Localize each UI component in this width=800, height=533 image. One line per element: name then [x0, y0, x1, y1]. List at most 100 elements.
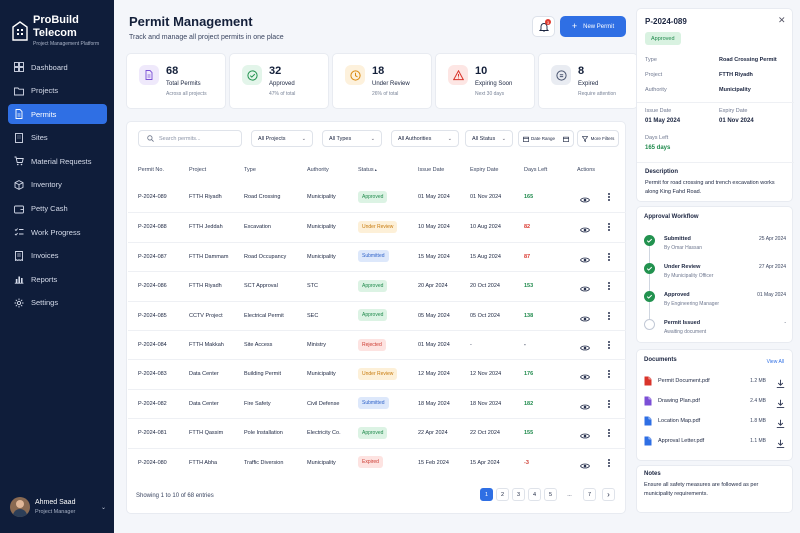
date-range-button[interactable]: Date Range: [518, 130, 574, 147]
view-eye-icon[interactable]: [580, 369, 590, 380]
page-button-7[interactable]: 7: [583, 488, 596, 501]
sidebar-item-material-requests[interactable]: Material Requests: [8, 151, 107, 171]
view-eye-icon[interactable]: [580, 399, 590, 410]
download-icon[interactable]: [776, 376, 785, 389]
next-page-button[interactable]: ›: [602, 488, 615, 501]
more-actions-icon[interactable]: [606, 340, 612, 350]
types-filter[interactable]: All Types ⌄: [322, 130, 382, 147]
gear-icon: [14, 298, 24, 308]
view-eye-icon[interactable]: [580, 428, 590, 439]
detail-status-badge: Approved: [645, 32, 681, 45]
sidebar-item-petty-cash[interactable]: Petty Cash: [8, 199, 107, 219]
table-row[interactable]: P-2024-083 Data Center Building Permit Muni…: [128, 359, 626, 388]
document-name[interactable]: Drawing Plan.pdf: [658, 398, 700, 404]
more-actions-icon[interactable]: [606, 222, 612, 232]
column-header-status[interactable]: Status ▴: [358, 167, 377, 173]
document-row[interactable]: Drawing Plan.pdf 2.4 MB: [644, 396, 787, 409]
page-button-3[interactable]: 3: [512, 488, 525, 501]
cell-permit: P-2024-080: [138, 459, 167, 466]
view-eye-icon[interactable]: [580, 281, 590, 292]
receipt-icon: [14, 250, 24, 261]
pdf-file-icon: [644, 376, 652, 386]
search-box[interactable]: [138, 130, 242, 147]
view-eye-icon[interactable]: [580, 311, 590, 322]
box-icon: [14, 180, 24, 190]
page-title: Permit Management: [129, 14, 253, 29]
view-eye-icon[interactable]: [580, 192, 590, 203]
sidebar-item-settings[interactable]: Settings: [8, 293, 107, 313]
table-row[interactable]: P-2024-088 FTTH Jeddah Excavation Municipal…: [128, 212, 626, 241]
view-all-link[interactable]: View All: [767, 359, 784, 365]
table-row[interactable]: P-2024-082 Data Center Fire Safety Civil De…: [128, 388, 626, 418]
document-name[interactable]: Location Map.pdf: [658, 418, 700, 424]
table-row[interactable]: P-2024-081 FTTH Qassim Pole Installation El…: [128, 418, 626, 447]
user-menu[interactable]: Ahmed Saad Project Manager ⌄: [10, 496, 106, 518]
column-header-type: Type: [244, 167, 256, 173]
sidebar-item-inventory[interactable]: Inventory: [8, 175, 107, 195]
table-row[interactable]: P-2024-084 FTTH Makkah Site Access Ministry…: [128, 330, 626, 359]
document-row[interactable]: Permit Document.pdf 1.2 MB: [644, 376, 787, 389]
table-row[interactable]: P-2024-080 FTTH Abha Traffic Diversion Muni…: [128, 447, 626, 477]
table-row[interactable]: P-2024-087 FTTH Dammam Road Occupancy Munic…: [128, 241, 626, 271]
more-actions-icon[interactable]: [606, 192, 612, 202]
sidebar-item-permits[interactable]: Permits: [8, 104, 107, 125]
cell-type: Traffic Diversion: [244, 459, 284, 466]
more-actions-icon[interactable]: [606, 281, 612, 291]
table-row[interactable]: P-2024-089 FTTH Riyadh Road Crossing Munici…: [128, 183, 626, 212]
sidebar-item-dashboard[interactable]: Dashboard: [8, 57, 107, 77]
view-eye-icon[interactable]: [580, 458, 590, 469]
sidebar-item-reports[interactable]: Reports: [8, 269, 107, 289]
more-actions-icon[interactable]: [606, 369, 612, 379]
more-filters-button[interactable]: More Filters: [577, 130, 619, 147]
sidebar-item-sites[interactable]: Sites: [8, 128, 107, 148]
pending-circle-icon: [644, 319, 655, 330]
more-actions-icon[interactable]: [606, 428, 612, 438]
chevron-down-icon[interactable]: ⌄: [101, 504, 106, 511]
page-button-1[interactable]: 1: [480, 488, 493, 501]
document-name[interactable]: Approval Letter.pdf: [658, 438, 704, 444]
cell-days-left: -3: [524, 459, 529, 466]
cell-type: Road Occupancy: [244, 253, 287, 260]
more-actions-icon[interactable]: [606, 311, 612, 321]
more-actions-icon[interactable]: [606, 399, 612, 409]
sidebar-item-work-progress[interactable]: Work Progress: [8, 222, 107, 242]
page-button-5[interactable]: 5: [544, 488, 557, 501]
table-row[interactable]: P-2024-085 CCTV Project Electrical Permit S…: [128, 300, 626, 330]
documents-title: Documents: [644, 357, 677, 363]
cell-project: FTTH Dammam: [189, 253, 229, 260]
close-icon[interactable]: ✕: [778, 15, 786, 26]
download-icon[interactable]: [776, 436, 785, 449]
status-badge: Submitted: [358, 397, 389, 410]
document-row[interactable]: Location Map.pdf 1.8 MB: [644, 416, 787, 429]
notifications-button[interactable]: 3: [532, 16, 555, 37]
stat-subtext: Require attention: [578, 91, 617, 97]
view-eye-icon[interactable]: [580, 222, 590, 233]
pdf-file-icon: [644, 436, 652, 446]
view-eye-icon[interactable]: [580, 252, 590, 263]
more-actions-icon[interactable]: [606, 458, 612, 468]
download-icon[interactable]: [776, 396, 785, 409]
download-icon[interactable]: [776, 416, 785, 429]
document-name[interactable]: Permit Document.pdf: [658, 378, 710, 384]
sidebar-item-projects[interactable]: Projects: [8, 81, 107, 101]
projects-filter[interactable]: All Projects ⌄: [251, 130, 313, 147]
cell-type: Pole Installation: [244, 430, 283, 437]
new-permit-button[interactable]: + New Permit: [560, 16, 626, 37]
status-badge: Under Review: [358, 367, 398, 380]
authorities-filter[interactable]: All Authorities ⌄: [391, 130, 459, 147]
cell-project: Data Center: [189, 400, 219, 407]
status-badge: Approved: [358, 190, 388, 203]
sidebar-item-invoices[interactable]: Invoices: [8, 246, 107, 266]
cell-expiry-date: 20 Oct 2024: [470, 283, 500, 290]
table-row[interactable]: P-2024-086 FTTH Riyadh SCT Approval STC Appr…: [128, 271, 626, 300]
more-actions-icon[interactable]: [606, 252, 612, 262]
page-button-4[interactable]: 4: [528, 488, 541, 501]
document-row[interactable]: Approval Letter.pdf 1.1 MB: [644, 436, 787, 449]
search-input[interactable]: [159, 135, 239, 142]
status-filter[interactable]: All Status ⌄: [465, 130, 513, 147]
app-logo[interactable]: ProBuild Telecom Project Management Plat…: [12, 14, 114, 48]
stat-subtext: 26% of total: [372, 91, 399, 97]
view-eye-icon[interactable]: [580, 340, 590, 351]
page-button-2[interactable]: 2: [496, 488, 509, 501]
status-badge: Submitted: [358, 250, 389, 263]
